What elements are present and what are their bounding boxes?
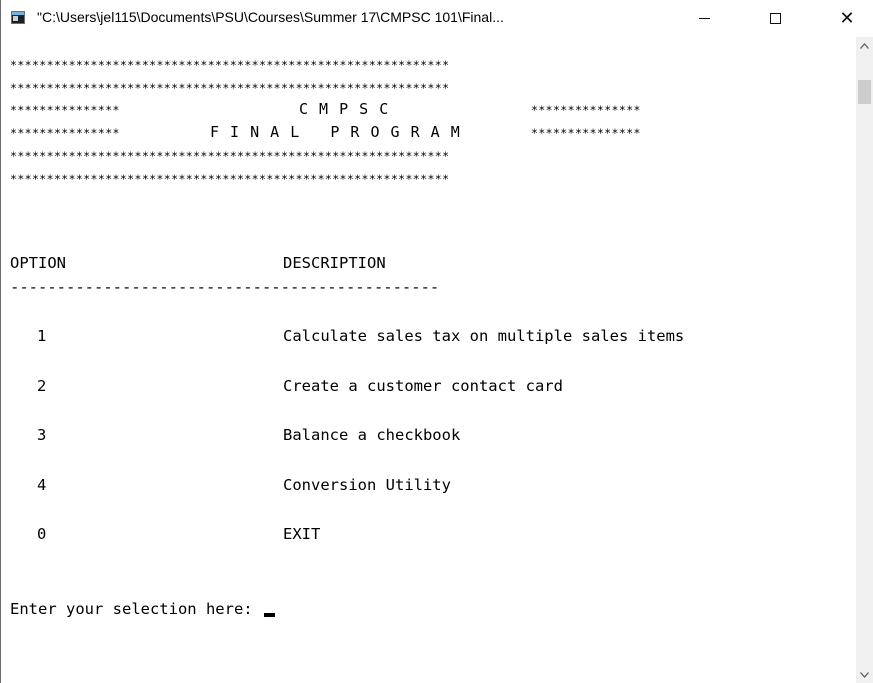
- console-output[interactable]: *************** *************** **********…: [1, 37, 856, 683]
- menu-option-number: 0: [37, 525, 47, 543]
- banner-subtitle-right-stars: ***************: [531, 126, 641, 140]
- menu-option-description: Balance a checkbook: [283, 426, 461, 444]
- title-bar[interactable]: "C:\Users\jel115\Documents\PSU\Courses\S…: [1, 0, 873, 37]
- menu-option-description: Create a customer contact card: [283, 377, 563, 395]
- menu-option-number: 2: [37, 377, 47, 395]
- menu-option-description: Conversion Utility: [283, 476, 451, 494]
- scroll-down-arrow-icon: [860, 671, 869, 678]
- maximize-icon: [769, 13, 781, 24]
- close-icon: ✕: [839, 7, 855, 29]
- banner-title: C M P S C: [299, 100, 390, 118]
- menu-option-number: 4: [37, 476, 47, 494]
- banner-border-line: ****************************************…: [10, 172, 450, 186]
- header-description: DESCRIPTION: [283, 254, 386, 272]
- banner-title-left-stars: ***************: [10, 103, 120, 117]
- window-title: "C:\Users\jel115\Documents\PSU\Courses\S…: [37, 9, 504, 25]
- banner-border-line: ****************************************…: [10, 58, 450, 72]
- console-app-icon[interactable]: [11, 11, 25, 24]
- console-window: "C:\Users\jel115\Documents\PSU\Courses\S…: [0, 0, 873, 683]
- banner-border-line: ****************************************…: [10, 81, 450, 95]
- input-prompt-label: Enter your selection here:: [10, 600, 262, 618]
- scroll-up-button[interactable]: [856, 37, 873, 54]
- menu-divider: ----------------------------------------…: [10, 278, 440, 296]
- minimize-icon: [698, 18, 710, 19]
- banner-title-right-stars: ***************: [531, 103, 641, 117]
- close-button[interactable]: ✕: [824, 0, 870, 37]
- banner-subtitle: F I N A L P R O G R A M: [210, 123, 461, 141]
- vertical-scrollbar[interactable]: [856, 37, 873, 683]
- maximize-button[interactable]: [752, 0, 798, 37]
- menu-option-description: EXIT: [283, 525, 321, 543]
- menu-option-number: 1: [37, 327, 47, 345]
- input-prompt[interactable]: Enter your selection here:: [10, 600, 275, 618]
- scroll-up-arrow-icon: [860, 42, 869, 49]
- scrollbar-thumb[interactable]: [858, 80, 871, 104]
- menu-option-description: Calculate sales tax on multiple sales it…: [283, 327, 685, 345]
- menu-option-number: 3: [37, 426, 47, 444]
- scroll-down-button[interactable]: [856, 666, 873, 683]
- minimize-button[interactable]: [681, 0, 727, 37]
- text-cursor: [263, 613, 275, 617]
- header-option: OPTION: [10, 254, 66, 272]
- banner-subtitle-left-stars: ***************: [10, 126, 120, 140]
- banner-border-line: ****************************************…: [10, 149, 450, 163]
